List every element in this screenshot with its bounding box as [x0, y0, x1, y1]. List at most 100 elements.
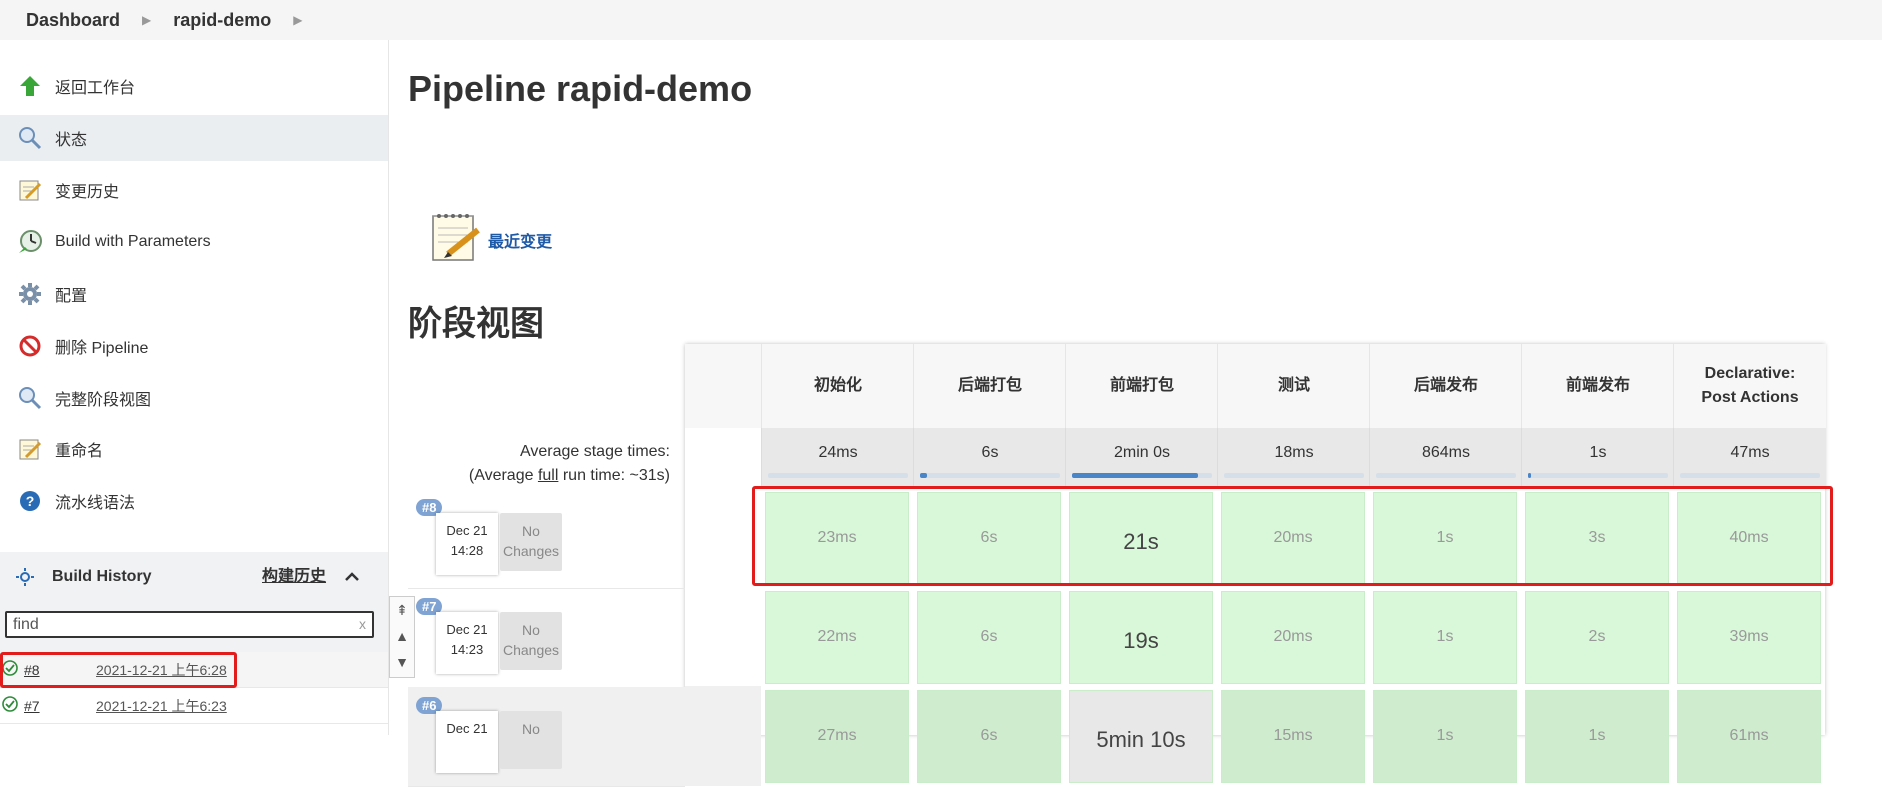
stage-cell[interactable]: 15ms: [1221, 690, 1365, 783]
sidebar-item-label: 删除 Pipeline: [55, 340, 149, 357]
stage-view-scroller[interactable]: ⇞ ▲ ▼: [389, 596, 415, 678]
stage-name: Declarative: Post Actions: [1701, 365, 1799, 406]
sidebar-item-changes[interactable]: 变更历史: [0, 167, 388, 213]
stage-cell[interactable]: 61ms: [1677, 690, 1821, 783]
sidebar-item-status[interactable]: 状态: [0, 115, 388, 161]
stage-view-title: 阶段视图: [408, 305, 544, 343]
stage-name: 初始化: [813, 377, 862, 394]
build-history-title: Build History: [52, 568, 152, 585]
build-date-card: Dec 21 14:28: [436, 513, 498, 575]
stage-average-cell: 47ms: [1673, 428, 1826, 486]
stage-average-bar-fill: [920, 473, 927, 478]
sidebar-item-label: 流水线语法: [55, 495, 136, 512]
stage-average-time: 864ms: [1421, 444, 1471, 461]
recent-changes-link[interactable]: 最近变更: [488, 228, 552, 252]
sidebar-item-label: 重命名: [55, 443, 104, 460]
build-changes: No Changes: [500, 612, 562, 670]
stage-average-bar: [1224, 473, 1364, 478]
sidebar-item-delete-pipeline[interactable]: 删除 Pipeline: [0, 323, 388, 369]
stage-cell[interactable]: 1s: [1373, 591, 1517, 684]
build-history-row[interactable]: #7 2021-12-21 上午6:23: [0, 688, 388, 724]
stage-average-bar: [768, 473, 908, 478]
clear-icon[interactable]: x: [359, 616, 366, 632]
stage-cell[interactable]: 22ms: [765, 591, 909, 684]
no-entry-icon: [17, 333, 43, 359]
notepad-icon: [17, 436, 43, 462]
sun-icon: [12, 564, 38, 590]
chevron-right-icon: ▶: [142, 13, 152, 27]
stage-cell[interactable]: 6s: [917, 591, 1061, 684]
help-icon: ?: [17, 488, 43, 514]
stage-cell-time: 2s: [1588, 628, 1606, 645]
stage-average-bar: [1072, 473, 1212, 478]
sidebar-item-build-with-parameters[interactable]: Build with Parameters: [0, 219, 388, 265]
breadcrumb-rapid-demo[interactable]: rapid-demo: [173, 10, 271, 31]
build-trend-link[interactable]: 构建历史: [262, 552, 326, 602]
search-icon: [17, 385, 43, 411]
stage-average-bar: [1376, 473, 1516, 478]
stage-name: 后端发布: [1413, 377, 1478, 394]
breadcrumb-dashboard[interactable]: Dashboard: [26, 10, 120, 31]
average-stage-times-label: Average stage times: (Average full run t…: [408, 440, 670, 488]
sidebar-item-rename[interactable]: 重命名: [0, 426, 388, 472]
build-date-card: Dec 21: [436, 711, 498, 773]
sidebar-item-label: 返回工作台: [55, 80, 136, 97]
sidebar-item-full-stage-view[interactable]: 完整阶段视图: [0, 375, 388, 421]
stage-cell-time: 6s: [980, 727, 998, 744]
sidebar-item-label: Build with Parameters: [55, 233, 211, 250]
sidebar-item-back[interactable]: 返回工作台: [0, 63, 388, 109]
avg-full-link[interactable]: full: [538, 467, 558, 484]
build-search-input[interactable]: find x: [5, 611, 374, 638]
stage-header: 初始化: [761, 344, 914, 428]
stage-cell[interactable]: 39ms: [1677, 591, 1821, 684]
stage-build-row: #7 Dec 21 14:23 No Changes: [408, 588, 685, 688]
avg-full-suffix: run time: ~31s): [558, 467, 670, 484]
stage-cell-time: 27ms: [817, 727, 857, 744]
stage-average-time: 24ms: [818, 444, 858, 461]
sidebar-item-pipeline-syntax[interactable]: ? 流水线语法: [0, 478, 388, 524]
stage-average-bar-fill: [1072, 473, 1198, 478]
sidebar-item-configure[interactable]: 配置: [0, 271, 388, 317]
stage-header: 后端打包: [913, 344, 1066, 428]
stage-average-time: 18ms: [1274, 444, 1314, 461]
stage-cell[interactable]: 20ms: [1221, 591, 1365, 684]
stage-average-bar: [1680, 473, 1820, 478]
stage-average-bar: [920, 473, 1060, 478]
scroll-top-icon[interactable]: ⇞: [390, 597, 414, 623]
stage-cell[interactable]: 1s: [1525, 690, 1669, 783]
build-datetime-link[interactable]: 2021-12-21 上午6:23: [96, 696, 227, 716]
stage-cell[interactable]: 6s: [917, 690, 1061, 783]
stage-header: 测试: [1217, 344, 1370, 428]
build-changes: No Changes: [500, 513, 562, 571]
stage-cell[interactable]: 2s: [1525, 591, 1669, 684]
stage-cell[interactable]: 19s: [1069, 591, 1213, 684]
stage-cell[interactable]: 1s: [1373, 690, 1517, 783]
build-date: Dec 21: [446, 523, 488, 538]
build-date: Dec 21: [446, 622, 488, 637]
highlight-box: [0, 652, 237, 688]
stage-name: 测试: [1277, 377, 1310, 394]
stage-average-cell: 2min 0s: [1065, 428, 1218, 486]
stage-average-cell: 24ms: [761, 428, 914, 486]
stage-cell-time: 19s: [1123, 628, 1159, 653]
notepad-icon: [17, 177, 43, 203]
stage-cell-time: 1s: [1588, 727, 1606, 744]
stage-name: 前端打包: [1109, 377, 1174, 394]
stage-cell-time: 39ms: [1729, 628, 1769, 645]
scroll-up-icon[interactable]: ▲: [390, 623, 414, 649]
stage-cell-time: 6s: [980, 628, 998, 645]
stage-name: 前端发布: [1565, 377, 1630, 394]
stage-build-row: #6 Dec 21 No: [408, 687, 685, 787]
stage-average-cell: 6s: [913, 428, 1066, 486]
avg-full-prefix: (Average: [468, 467, 538, 484]
scroll-down-icon[interactable]: ▼: [390, 649, 414, 675]
build-date-card: Dec 21 14:23: [436, 612, 498, 674]
build-number-link[interactable]: #7: [24, 698, 40, 714]
stage-cell[interactable]: 27ms: [765, 690, 909, 783]
stage-header: Declarative: Post Actions: [1673, 344, 1826, 428]
stage-header: 前端打包: [1065, 344, 1218, 428]
chevron-up-icon[interactable]: [342, 567, 362, 587]
average-full-run-label: (Average full run time: ~31s): [408, 464, 670, 488]
stage-cell[interactable]: 5min 10s: [1069, 690, 1213, 783]
stage-name: 后端打包: [957, 377, 1022, 394]
